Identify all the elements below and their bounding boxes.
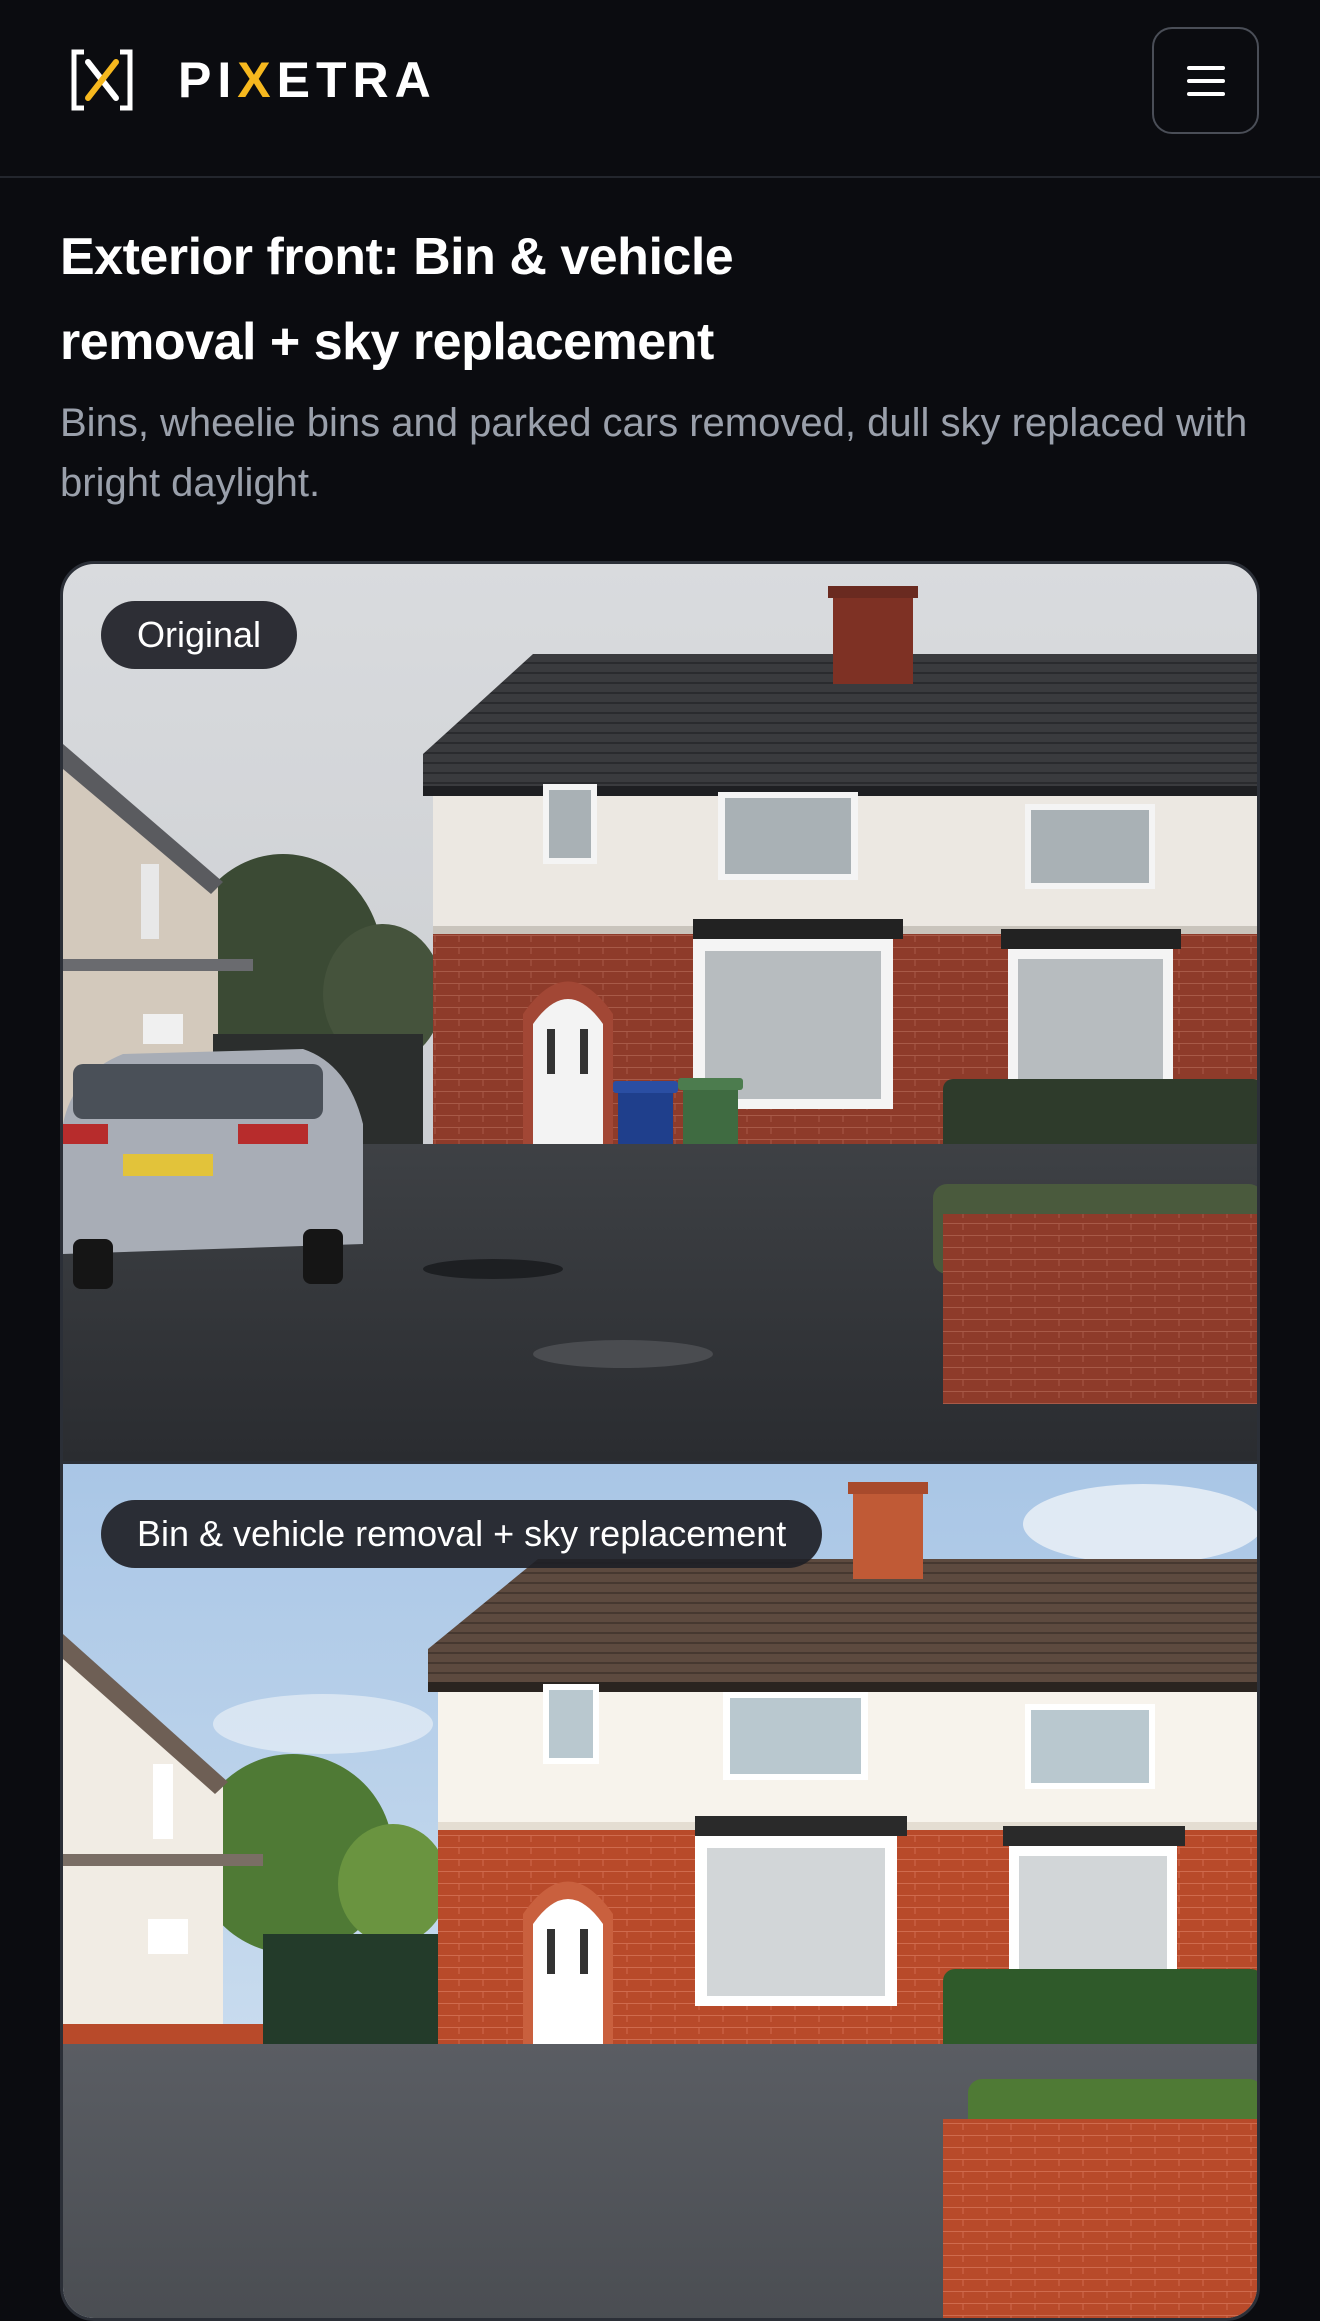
bracket-x-logo-icon — [71, 49, 133, 111]
page-subtitle: Bins, wheelie bins and parked cars remov… — [60, 401, 1248, 505]
brand-wordmark: PI X ETRA — [178, 51, 437, 109]
hamburger-menu-icon — [1186, 65, 1225, 96]
brand-name-accent: X — [237, 52, 277, 108]
brand-logo[interactable]: PI X ETRA — [70, 48, 437, 112]
page-title: Exterior front: Bin & vehicle removal + … — [60, 228, 734, 371]
original-photo — [63, 564, 1257, 1461]
brand-name-part2: ETRA — [276, 52, 437, 108]
edited-label-badge: Bin & vehicle removal + sky replacement — [101, 1500, 823, 1568]
menu-button[interactable] — [1152, 27, 1259, 134]
original-label-badge: Original — [101, 601, 298, 669]
brand-name-part1: PI — [178, 52, 238, 108]
before-after-comparison: Original Bin & vehicle removal + sky rep… — [60, 561, 1260, 2321]
edited-photo — [63, 1464, 1257, 2318]
site-header: PI X ETRA — [0, 0, 1320, 178]
